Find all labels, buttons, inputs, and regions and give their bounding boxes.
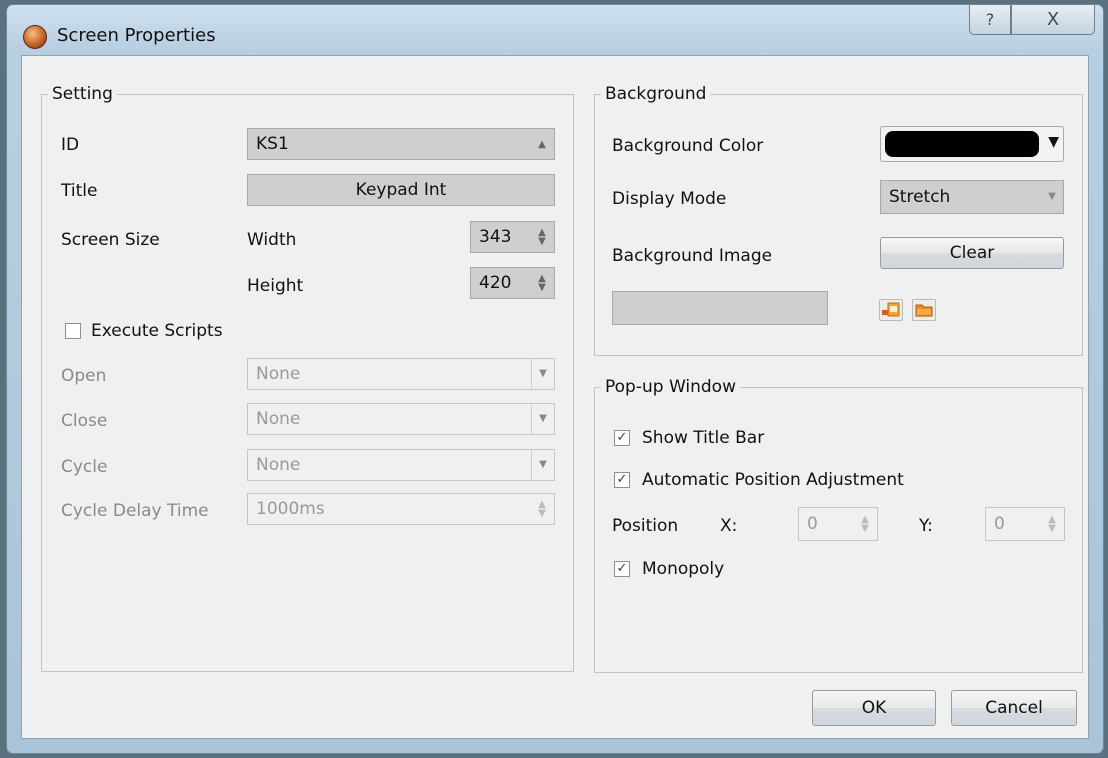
open-dropdown-icon[interactable]: ▼ [531,359,554,389]
setting-legend: Setting [48,83,117,105]
clear-button[interactable]: Clear [880,237,1064,269]
close-label: Close [61,411,108,431]
x-value: 0 [807,514,818,534]
auto-position-checkbox[interactable]: ✓ [614,472,630,488]
show-title-bar-label: Show Title Bar [642,428,765,448]
title-label: Title [61,181,98,201]
open-value: None [256,364,301,384]
display-mode-value: Stretch [889,187,951,207]
cycle-delay-spinbox[interactable]: 1000ms ▲ ▼ [247,493,555,525]
color-dropdown-icon[interactable]: ▼ [1048,134,1059,150]
title-field[interactable]: Keypad Int [247,174,555,206]
background-image-label: Background Image [612,246,773,266]
execute-scripts-checkbox[interactable] [65,323,81,339]
background-legend: Background [601,83,711,105]
height-value: 420 [479,273,512,293]
title-value: Keypad Int [355,180,447,200]
help-button[interactable]: ? [969,5,1011,35]
close-select[interactable]: None ▼ [247,403,555,435]
monopoly-checkbox[interactable]: ✓ [614,561,630,577]
background-group: Background Background Color ▼ Display Mo… [594,83,1083,356]
background-color-label: Background Color [612,136,764,156]
popup-window-legend: Pop-up Window [601,376,740,398]
popup-window-group: Pop-up Window ✓ Show Title Bar ✓ Automat… [594,376,1083,673]
setting-group: Setting ID KS1 ▲ Title Keypad Int Screen… [41,83,574,672]
cycle-value: None [256,455,301,475]
y-spin-icon[interactable]: ▲ ▼ [1040,508,1064,540]
y-label: Y: [919,516,933,536]
id-field[interactable]: KS1 ▲ [247,128,555,160]
title-bar[interactable]: Screen Properties ? X [7,5,1103,57]
id-up-arrow-icon[interactable]: ▲ [530,129,554,159]
width-spinbox[interactable]: 343 ▲ ▼ [470,221,555,253]
open-select[interactable]: None ▼ [247,358,555,390]
height-spin-icon[interactable]: ▲ ▼ [530,268,554,298]
color-swatch [885,131,1039,157]
close-button[interactable]: X [1011,5,1095,35]
width-label: Width [247,230,297,250]
x-label: X: [720,516,738,536]
ok-button[interactable]: OK [812,690,936,726]
monopoly-label: Monopoly [642,559,725,579]
x-spin-icon[interactable]: ▲ ▼ [853,508,877,540]
width-spin-icon[interactable]: ▲ ▼ [530,222,554,252]
display-mode-dropdown-icon[interactable]: ▼ [1041,181,1063,213]
close-dropdown-icon[interactable]: ▼ [531,404,554,434]
dialog-body: Setting ID KS1 ▲ Title Keypad Int Screen… [21,55,1089,739]
execute-scripts-label: Execute Scripts [91,321,223,341]
cancel-button[interactable]: Cancel [951,690,1077,726]
window-title: Screen Properties [57,25,216,46]
open-folder-icon[interactable] [912,299,936,321]
width-value: 343 [479,227,512,247]
cycle-delay-value: 1000ms [256,499,325,519]
cycle-label: Cycle [61,457,108,477]
cycle-select[interactable]: None ▼ [247,449,555,481]
x-spinbox[interactable]: 0 ▲ ▼ [798,507,878,541]
position-label: Position [612,516,679,536]
app-icon [23,25,47,49]
screen-properties-window: Screen Properties ? X Setting ID KS1 ▲ T… [6,4,1104,754]
cycle-delay-label: Cycle Delay Time [61,501,209,521]
height-spinbox[interactable]: 420 ▲ ▼ [470,267,555,299]
close-value: None [256,409,301,429]
background-color-picker[interactable]: ▼ [880,126,1064,162]
cycle-delay-spin-icon[interactable]: ▲ ▼ [530,494,554,524]
open-label: Open [61,366,107,386]
background-image-path-field[interactable] [612,291,828,325]
auto-position-label: Automatic Position Adjustment [642,470,904,490]
id-value: KS1 [256,134,289,154]
screen-size-label: Screen Size [61,230,160,250]
display-mode-label: Display Mode [612,189,727,209]
display-mode-select[interactable]: Stretch ▼ [880,180,1064,214]
import-image-icon[interactable] [879,299,903,321]
y-spinbox[interactable]: 0 ▲ ▼ [985,507,1065,541]
cycle-dropdown-icon[interactable]: ▼ [531,450,554,480]
id-label: ID [61,135,80,155]
y-value: 0 [994,514,1005,534]
show-title-bar-checkbox[interactable]: ✓ [614,430,630,446]
height-label: Height [247,276,304,296]
